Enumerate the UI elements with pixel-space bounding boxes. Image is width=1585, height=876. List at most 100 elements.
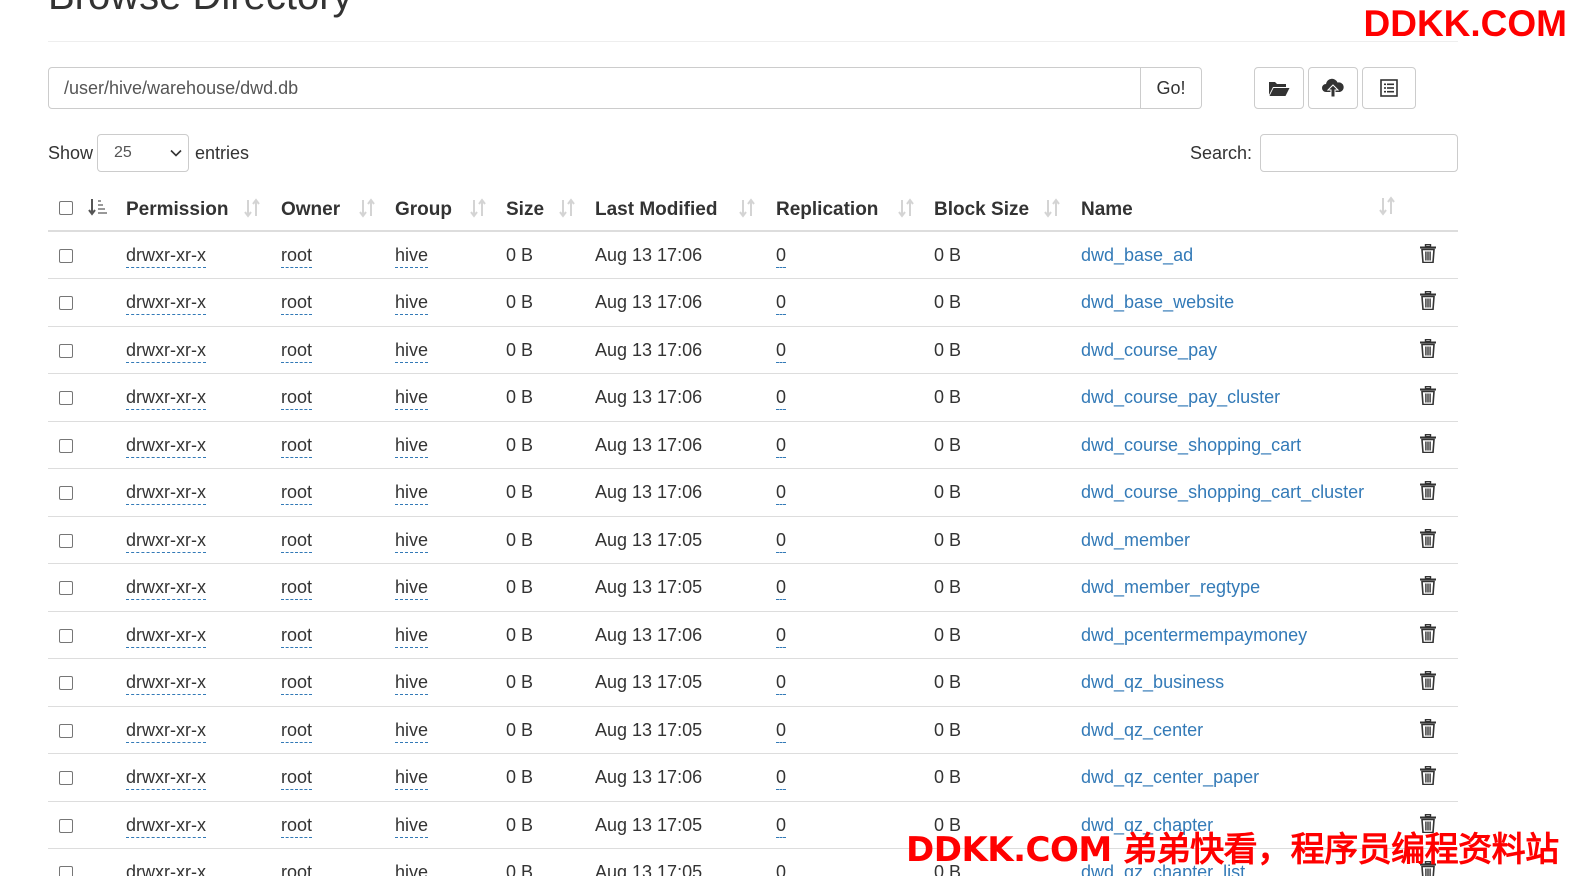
directory-name-link[interactable]: dwd_course_shopping_cart_cluster [1081, 482, 1364, 503]
column-header-permission[interactable]: Permission [126, 185, 281, 232]
row-checkbox[interactable] [59, 486, 73, 500]
owner-value[interactable]: root [281, 482, 313, 505]
owner-value[interactable]: root [281, 245, 313, 268]
trash-icon[interactable] [1420, 766, 1436, 785]
owner-value[interactable]: root [281, 530, 313, 553]
column-header-owner[interactable]: Owner [281, 185, 395, 232]
owner-value[interactable]: root [281, 625, 313, 648]
column-header-replication[interactable]: Replication [776, 185, 934, 232]
permission-value[interactable]: drwxr-xr-x [126, 482, 206, 505]
search-input[interactable] [1260, 134, 1458, 172]
row-checkbox[interactable] [59, 723, 73, 738]
group-value[interactable]: hive [395, 767, 429, 790]
row-checkbox[interactable] [59, 676, 73, 690]
trash-icon[interactable] [1420, 244, 1436, 263]
row-checkbox[interactable] [59, 818, 73, 833]
permission-value[interactable]: drwxr-xr-x [126, 435, 206, 458]
directory-name-link[interactable]: dwd_pcentermempaymoney [1081, 625, 1307, 646]
owner-value[interactable]: root [281, 435, 313, 458]
row-checkbox[interactable] [59, 771, 73, 785]
column-header-last-modified[interactable]: Last Modified [595, 185, 776, 232]
sort-ascending-icon[interactable] [88, 197, 108, 217]
entries-per-page-select[interactable]: 25 [97, 134, 190, 172]
directory-name-link[interactable]: dwd_course_pay [1081, 340, 1217, 361]
row-checkbox[interactable] [59, 249, 73, 263]
replication-value[interactable]: 0 [776, 577, 787, 600]
owner-value[interactable]: root [281, 720, 313, 743]
replication-value[interactable]: 0 [776, 482, 787, 505]
permission-value[interactable]: drwxr-xr-x [126, 292, 206, 315]
replication-value[interactable]: 0 [776, 340, 787, 363]
permission-value[interactable]: drwxr-xr-x [126, 245, 206, 268]
trash-icon[interactable] [1420, 671, 1436, 690]
permission-value[interactable]: drwxr-xr-x [126, 720, 206, 743]
replication-value[interactable]: 0 [776, 435, 787, 458]
directory-name-link[interactable]: dwd_member [1081, 530, 1190, 551]
directory-name-link[interactable]: dwd_member_regtype [1081, 577, 1260, 598]
permission-value[interactable]: drwxr-xr-x [126, 815, 206, 838]
replication-value[interactable]: 0 [776, 625, 787, 648]
directory-name-link[interactable]: dwd_base_website [1081, 292, 1234, 313]
group-value[interactable]: hive [395, 530, 429, 553]
directory-name-link[interactable]: dwd_course_shopping_cart [1081, 435, 1301, 456]
column-header-block-size[interactable]: Block Size [934, 185, 1081, 232]
row-checkbox[interactable] [59, 296, 73, 310]
column-header-name[interactable]: Name [1081, 185, 1412, 232]
trash-icon[interactable] [1420, 718, 1436, 738]
owner-value[interactable]: root [281, 815, 313, 838]
owner-value[interactable]: root [281, 387, 313, 410]
permission-value[interactable]: drwxr-xr-x [126, 387, 206, 410]
permission-value[interactable]: drwxr-xr-x [126, 340, 206, 363]
select-all-checkbox[interactable] [59, 201, 73, 215]
directory-name-link[interactable]: dwd_course_pay_cluster [1081, 387, 1280, 408]
trash-icon[interactable] [1420, 433, 1436, 453]
permission-value[interactable]: drwxr-xr-x [126, 672, 206, 695]
go-button[interactable]: Go! [1141, 67, 1202, 109]
trash-icon[interactable] [1420, 623, 1436, 643]
column-header-size[interactable]: Size [506, 185, 595, 232]
trash-icon[interactable] [1420, 528, 1436, 548]
group-value[interactable]: hive [395, 292, 429, 315]
replication-value[interactable]: 0 [776, 815, 787, 838]
trash-icon[interactable] [1420, 291, 1436, 310]
row-checkbox[interactable] [59, 438, 73, 453]
group-value[interactable]: hive [395, 577, 429, 600]
group-value[interactable]: hive [395, 672, 429, 695]
directory-name-link[interactable]: dwd_base_ad [1081, 245, 1193, 266]
trash-icon[interactable] [1420, 338, 1436, 358]
replication-value[interactable]: 0 [776, 292, 787, 315]
permission-value[interactable]: drwxr-xr-x [126, 530, 206, 553]
directory-name-link[interactable]: dwd_qz_business [1081, 672, 1224, 693]
directory-name-link[interactable]: dwd_qz_center_paper [1081, 767, 1259, 788]
owner-value[interactable]: root [281, 862, 312, 876]
upload-files-button[interactable] [1308, 67, 1358, 109]
owner-value[interactable]: root [281, 340, 313, 363]
cut-paste-button[interactable] [1362, 67, 1416, 109]
trash-icon[interactable] [1420, 576, 1436, 595]
permission-value[interactable]: drwxr-xr-x [126, 767, 206, 790]
group-value[interactable]: hive [395, 482, 429, 505]
directory-path-input[interactable] [48, 67, 1141, 109]
group-value[interactable]: hive [395, 245, 429, 268]
replication-value[interactable]: 0 [776, 387, 787, 410]
directory-name-link[interactable]: dwd_qz_center [1081, 720, 1203, 741]
group-value[interactable]: hive [395, 815, 429, 838]
group-value[interactable]: hive [395, 435, 429, 458]
replication-value[interactable]: 0 [776, 862, 786, 876]
group-value[interactable]: hive [395, 625, 429, 648]
permission-value[interactable]: drwxr-xr-x [126, 862, 206, 876]
replication-value[interactable]: 0 [776, 767, 787, 790]
row-checkbox[interactable] [59, 866, 73, 876]
row-checkbox[interactable] [59, 391, 73, 405]
owner-value[interactable]: root [281, 767, 313, 790]
trash-icon[interactable] [1420, 386, 1436, 405]
replication-value[interactable]: 0 [776, 245, 787, 268]
create-directory-button[interactable] [1254, 67, 1304, 109]
trash-icon[interactable] [1420, 481, 1436, 500]
row-checkbox[interactable] [59, 581, 73, 595]
row-checkbox[interactable] [59, 343, 73, 358]
group-value[interactable]: hive [395, 720, 429, 743]
column-header-group[interactable]: Group [395, 185, 506, 232]
permission-value[interactable]: drwxr-xr-x [126, 577, 206, 600]
group-value[interactable]: hive [395, 340, 429, 363]
